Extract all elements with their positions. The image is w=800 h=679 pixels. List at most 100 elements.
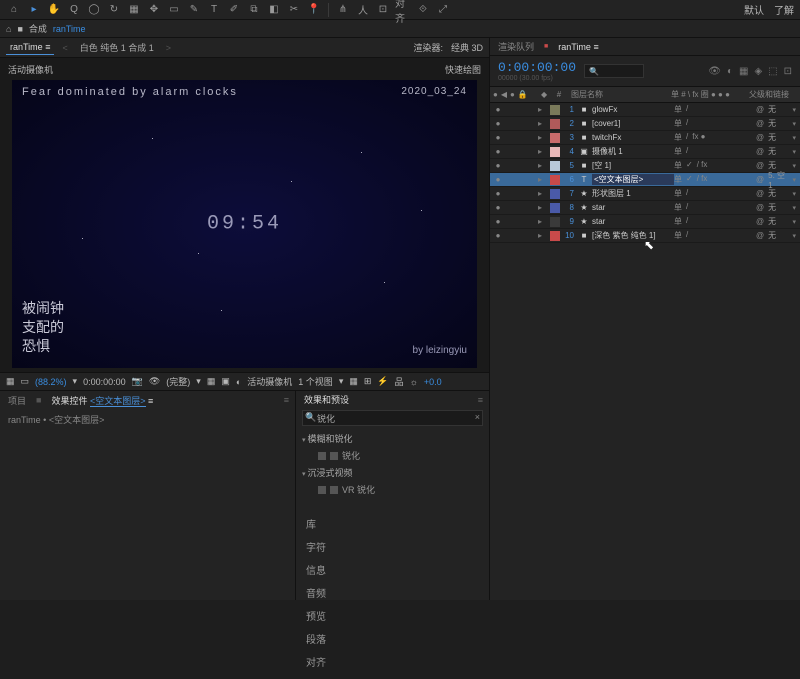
layer-switches[interactable]: 单✓/ fx xyxy=(674,174,752,185)
breadcrumb-comp[interactable]: ranTime xyxy=(53,24,86,34)
layer-toggles[interactable]: ● xyxy=(490,217,538,226)
exposure-icon[interactable]: ☼ xyxy=(410,377,418,387)
layer-parent[interactable]: @无▾ xyxy=(752,230,800,241)
fast-prev-icon[interactable]: ⚡ xyxy=(377,376,388,387)
graph-icon[interactable]: ◈ xyxy=(754,66,762,77)
layer-name[interactable]: glowFx xyxy=(592,105,674,114)
anchor-tool-icon[interactable]: ✥ xyxy=(146,2,162,18)
layer-color-swatch[interactable] xyxy=(550,175,560,185)
index-col[interactable]: # xyxy=(550,90,568,99)
exposure-value[interactable]: +0.0 xyxy=(424,377,442,387)
snapshot-icon[interactable]: 📷 xyxy=(132,376,143,387)
zoom-value[interactable]: (88.2%) xyxy=(35,377,67,387)
tab-comp-rantime[interactable]: ranTime ≡ xyxy=(556,40,600,54)
layer-toggles[interactable]: ● xyxy=(490,175,538,184)
layer-color-swatch[interactable] xyxy=(550,147,560,157)
layer-switches[interactable]: 单/ xyxy=(674,104,752,115)
shape-tool-icon[interactable]: ▭ xyxy=(166,2,182,18)
puppet-tool-icon[interactable]: 📍 xyxy=(306,2,322,18)
camera-tool-icon[interactable]: ▦ xyxy=(126,2,142,18)
tab-effect-controls[interactable]: 效果控件 <空文本图层> ≡ xyxy=(49,392,155,409)
layer-color-swatch[interactable] xyxy=(550,133,560,143)
effect-item-vr-sharpen[interactable]: VR 锐化 xyxy=(302,481,483,498)
layer-toggles[interactable]: ● xyxy=(490,105,538,114)
panel-library[interactable]: 库 xyxy=(306,512,479,535)
mesh-icon[interactable]: ⋔ xyxy=(335,2,351,18)
px-aspect-icon[interactable]: ⊞ xyxy=(364,376,372,387)
layer-parent[interactable]: @5. 空 1▾ xyxy=(752,170,800,190)
res-dropdown[interactable]: (完整) xyxy=(166,375,190,388)
motion-blur-icon[interactable]: ▦ xyxy=(739,66,748,77)
views-dropdown[interactable]: 1 个视图 xyxy=(298,375,333,388)
layer-row[interactable]: ●▸6T<空文本图层>单✓/ fx@5. 空 1▾ xyxy=(490,173,800,187)
color-col[interactable]: ◆ xyxy=(538,90,550,99)
selection-tool-icon[interactable]: ▸ xyxy=(26,2,42,18)
tab-render-queue[interactable]: 渲染队列 xyxy=(496,38,536,55)
hand-tool-icon[interactable]: ✋ xyxy=(46,2,62,18)
rotate-tool-icon[interactable]: ↻ xyxy=(106,2,122,18)
pen-tool-icon[interactable]: ✎ xyxy=(186,2,202,18)
layer-name[interactable]: star xyxy=(592,217,674,226)
layer-parent[interactable]: @无▾ xyxy=(752,188,800,199)
orbit-tool-icon[interactable]: ◯ xyxy=(86,2,102,18)
twirl-icon[interactable]: ▸ xyxy=(538,105,548,114)
layer-color-swatch[interactable] xyxy=(550,203,560,213)
person-icon[interactable]: 人 xyxy=(355,2,371,18)
chevron-down-icon[interactable]: ▾ xyxy=(339,376,344,387)
layer-name[interactable]: 形状图层 1 xyxy=(592,188,674,199)
snapping-icon[interactable]: ⟐ xyxy=(415,2,431,18)
chevron-down-icon[interactable]: ▾ xyxy=(196,376,201,387)
view-layout-icon[interactable]: ▦ xyxy=(349,376,358,387)
layer-row[interactable]: ●▸1■glowFx单/@无▾ xyxy=(490,103,800,117)
layer-switches[interactable]: 单/ xyxy=(674,188,752,199)
lock-col-icon[interactable]: 🔒 xyxy=(518,90,528,99)
layer-color-swatch[interactable] xyxy=(550,161,560,171)
snap-icon[interactable]: ⊡ xyxy=(375,2,391,18)
layer-toggles[interactable]: ● xyxy=(490,189,538,198)
guides-icon[interactable]: ▣ xyxy=(221,376,230,387)
layer-switches[interactable]: 单/ xyxy=(674,230,752,241)
layer-color-swatch[interactable] xyxy=(550,189,560,199)
layer-row[interactable]: ●▸8★star单/@无▾ xyxy=(490,201,800,215)
camera-dropdown[interactable]: 活动摄像机 xyxy=(247,375,292,388)
twirl-icon[interactable]: ▸ xyxy=(538,231,548,240)
align-label[interactable]: 对齐 xyxy=(395,2,411,18)
tab-rantime[interactable]: ranTime ≡ xyxy=(6,40,54,55)
home-icon[interactable]: ⌂ xyxy=(6,24,11,34)
twirl-icon[interactable]: ▸ xyxy=(538,133,548,142)
clear-search-icon[interactable]: × xyxy=(475,412,480,422)
3d-icon[interactable]: 品 xyxy=(395,375,404,388)
layer-switches[interactable]: 单✓/ fx xyxy=(674,160,752,171)
eye-icon[interactable]: 👁 xyxy=(149,376,160,387)
expand-icon[interactable]: ⊡ xyxy=(784,66,792,77)
twirl-icon[interactable]: ▸ xyxy=(538,161,548,170)
clone-tool-icon[interactable]: ⧉ xyxy=(246,2,262,18)
frame-blend-icon[interactable]: ◐ xyxy=(727,66,733,77)
layer-row[interactable]: ●▸3■twitchFx单/fx ●@无▾ xyxy=(490,131,800,145)
layer-name[interactable]: star xyxy=(592,203,674,212)
layer-parent[interactable]: @无▾ xyxy=(752,118,800,129)
twirl-icon[interactable]: ▸ xyxy=(538,203,548,212)
grid-icon[interactable]: ▦ xyxy=(6,376,15,387)
panel-preview[interactable]: 预览 xyxy=(306,604,479,627)
twirl-icon[interactable]: ▸ xyxy=(538,217,548,226)
layer-name[interactable]: twitchFx xyxy=(592,133,674,142)
layer-parent[interactable]: @无▾ xyxy=(752,132,800,143)
layer-row[interactable]: ●▸10■[深色 紫色 纯色 1]单/@无▾ xyxy=(490,229,800,243)
layer-switches[interactable]: 单/ xyxy=(674,118,752,129)
text-tool-icon[interactable]: T xyxy=(206,2,222,18)
panel-info[interactable]: 信息 xyxy=(306,558,479,581)
layer-toggles[interactable]: ● xyxy=(490,147,538,156)
layer-name[interactable]: [cover1] xyxy=(592,119,674,128)
breadcrumb-label[interactable]: 合成 xyxy=(29,22,47,35)
ruler-icon[interactable]: ▭ xyxy=(21,376,30,387)
layer-row[interactable]: ●▸4▣摄像机 1单/@无▾ xyxy=(490,145,800,159)
layer-parent[interactable]: @无▾ xyxy=(752,104,800,115)
timeline-search-input[interactable] xyxy=(584,64,644,78)
eraser-tool-icon[interactable]: ◧ xyxy=(266,2,282,18)
layer-switches[interactable]: 单/ xyxy=(674,146,752,157)
layer-parent[interactable]: @无▾ xyxy=(752,202,800,213)
mask-icon[interactable]: ◐ xyxy=(236,377,241,387)
tab-project[interactable]: 项目 xyxy=(6,392,28,409)
layer-color-swatch[interactable] xyxy=(550,231,560,241)
